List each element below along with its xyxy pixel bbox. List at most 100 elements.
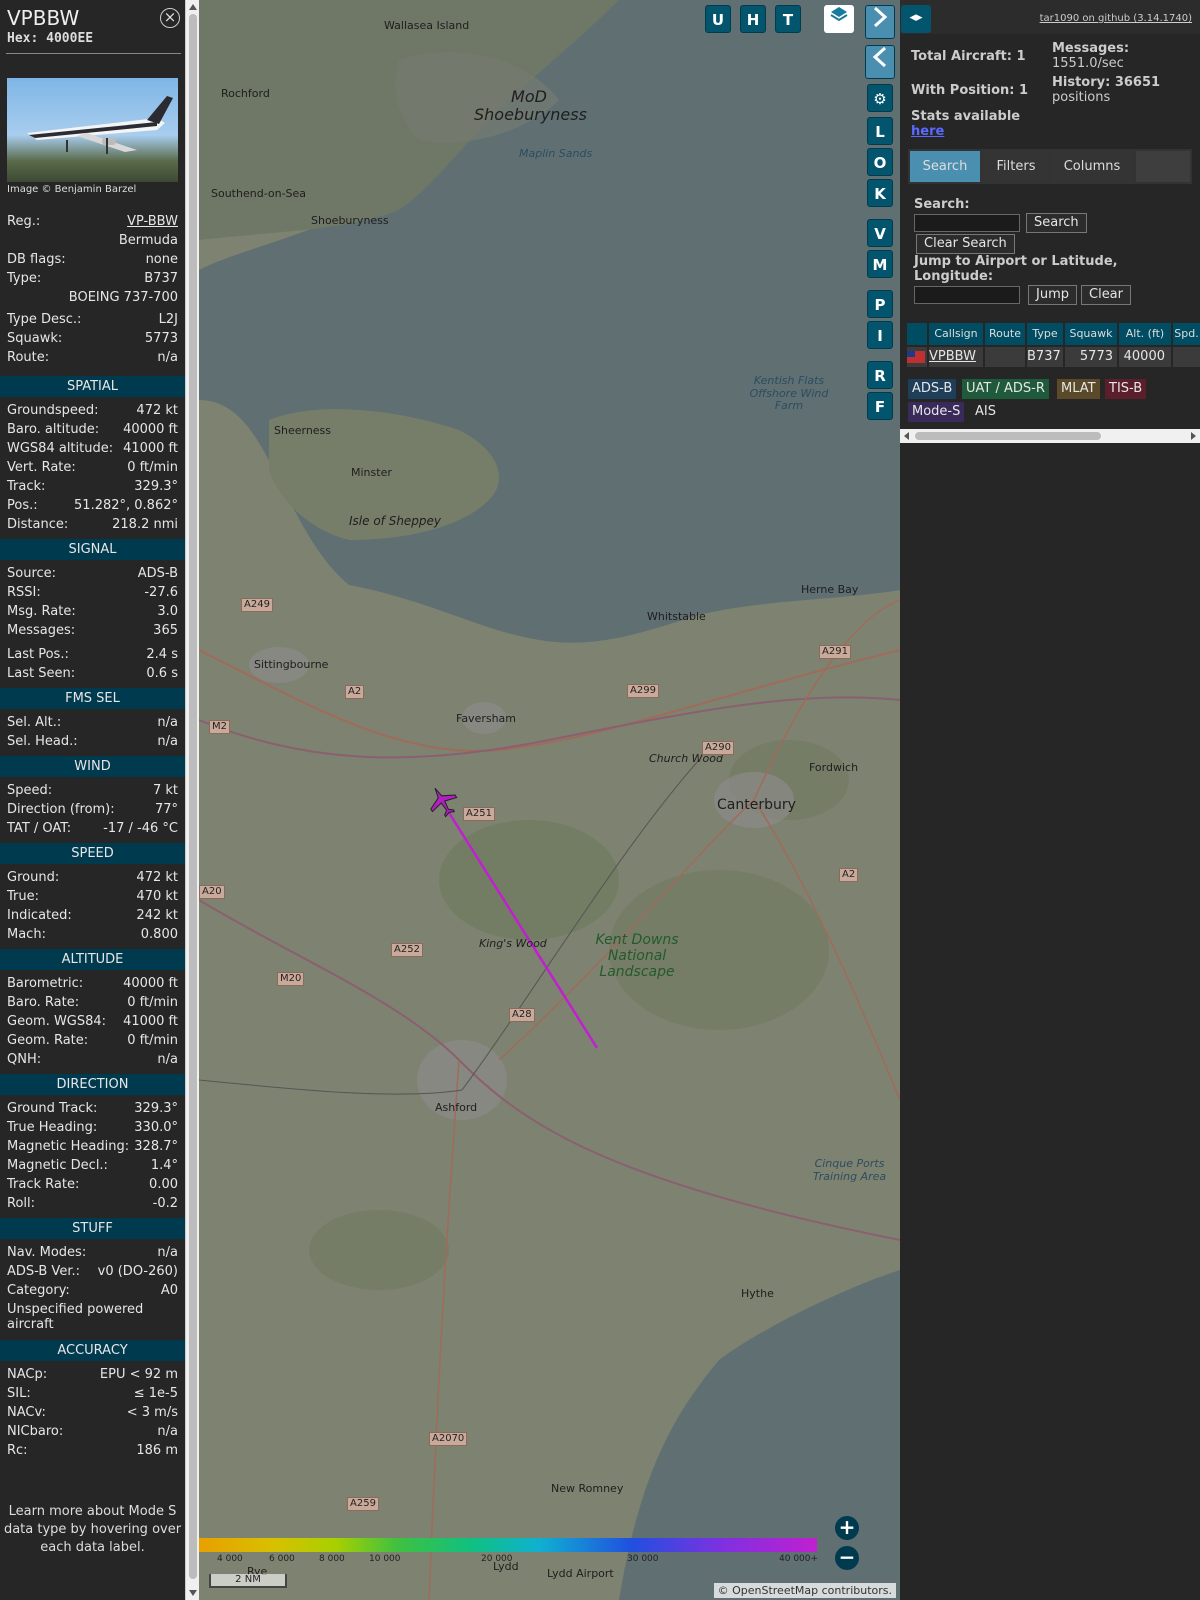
- info-value: 40000 ft: [123, 976, 178, 991]
- map-button-l[interactable]: L: [867, 117, 893, 145]
- info-value: B737: [144, 271, 178, 286]
- map-button-k[interactable]: K: [867, 179, 893, 207]
- info-row: Magnetic Heading: 328.7°: [7, 1139, 178, 1157]
- map-place-label: Lydd Airport: [547, 1567, 614, 1580]
- search-input[interactable]: [914, 214, 1020, 232]
- map-button-p[interactable]: P: [867, 290, 893, 318]
- table-row-speed[interactable]: [1173, 347, 1200, 367]
- badge-uat-adsr: UAT / ADS-R: [962, 379, 1049, 399]
- tab-empty: [1136, 151, 1190, 182]
- table-row-type[interactable]: B737: [1027, 347, 1063, 367]
- aircraft-info-sidebar: VPBBW Hex: 4000EE × Image © Benjamin Bar…: [0, 0, 185, 1600]
- tab-filters[interactable]: Filters: [984, 151, 1048, 182]
- table-header-type[interactable]: Type: [1027, 323, 1063, 345]
- stats-link[interactable]: here: [911, 124, 944, 139]
- map-button-t[interactable]: T: [775, 5, 801, 33]
- info-label: Geom. Rate:: [7, 1033, 89, 1048]
- expand-right-icon[interactable]: [865, 5, 895, 39]
- info-row: Indicated: 242 kt: [7, 908, 178, 926]
- table-header-route[interactable]: Route: [985, 323, 1025, 345]
- map-attribution[interactable]: © OpenStreetMap contributors.: [713, 1583, 896, 1598]
- with-position: With Position: 1: [911, 83, 1028, 98]
- table-horizontal-scrollbar[interactable]: [900, 429, 1200, 443]
- info-row: TAT / OAT: -17 / -46 °C: [7, 821, 178, 839]
- road-label: A291: [819, 645, 851, 659]
- table-row-route[interactable]: [985, 347, 1025, 367]
- info-label: NACp:: [7, 1367, 48, 1382]
- map-view[interactable]: Wallasea Island MoD Shoeburyness Rochford S…: [199, 0, 900, 1600]
- table-header-altitude[interactable]: Alt. (ft): [1119, 323, 1171, 345]
- jump-input[interactable]: [914, 286, 1020, 304]
- section-header-wind[interactable]: WIND: [0, 756, 185, 777]
- zoom-in-icon[interactable]: +: [835, 1516, 859, 1540]
- info-label: NACv:: [7, 1405, 46, 1420]
- section-header-accuracy[interactable]: ACCURACY: [0, 1340, 185, 1361]
- info-value: 1.4°: [150, 1158, 178, 1173]
- settings-gear-icon[interactable]: ⚙: [867, 84, 893, 112]
- clear-button[interactable]: Clear: [1081, 285, 1131, 305]
- info-row: Groundspeed: 472 kt: [7, 403, 178, 421]
- info-label: Category:: [7, 1283, 70, 1298]
- info-row: Squawk: 5773: [7, 331, 178, 349]
- badge-mode-s: Mode-S: [908, 402, 965, 422]
- table-row-callsign[interactable]: VPBBW: [929, 347, 983, 367]
- table-row-altitude[interactable]: 40000: [1119, 347, 1171, 367]
- stats-label: Stats available: [911, 109, 1021, 124]
- table-header-callsign[interactable]: Callsign: [929, 323, 983, 345]
- search-button[interactable]: Search: [1026, 213, 1087, 233]
- map-button-m[interactable]: M: [867, 250, 893, 278]
- section-header-direction[interactable]: DIRECTION: [0, 1074, 185, 1095]
- aircraft-photo[interactable]: [7, 78, 178, 182]
- map-button-r[interactable]: R: [867, 361, 893, 389]
- map-button-h[interactable]: H: [740, 5, 766, 33]
- map-button-i[interactable]: I: [867, 321, 893, 349]
- tab-columns[interactable]: Columns: [1052, 151, 1132, 182]
- info-label: WGS84 altitude:: [7, 441, 114, 456]
- section-header-altitude[interactable]: ALTITUDE: [0, 949, 185, 970]
- info-label: Speed:: [7, 783, 53, 798]
- zoom-out-icon[interactable]: −: [835, 1546, 859, 1570]
- toggle-panel-icon[interactable]: ◂▸: [901, 5, 931, 33]
- info-label: Type:: [7, 271, 42, 286]
- map-button-v[interactable]: V: [867, 219, 893, 247]
- info-value[interactable]: VP-BBW: [127, 214, 178, 229]
- info-value: 51.282°, 0.862°: [74, 498, 178, 513]
- info-value: 186 m: [136, 1443, 178, 1458]
- info-label: DB flags:: [7, 252, 66, 267]
- map-button-o[interactable]: O: [867, 148, 893, 176]
- info-value: n/a: [157, 1424, 178, 1439]
- layers-icon[interactable]: [824, 5, 854, 33]
- table-header-squawk[interactable]: Squawk: [1065, 323, 1117, 345]
- info-row: Type: B737: [7, 271, 178, 289]
- legend-tick-label: 30 000: [627, 1554, 659, 1564]
- section-header-stuff[interactable]: STUFF: [0, 1218, 185, 1239]
- tab-search[interactable]: Search: [910, 151, 980, 182]
- road-label: A28: [509, 1008, 535, 1022]
- table-row-squawk[interactable]: 5773: [1065, 347, 1117, 367]
- category-description: Unspecified powered aircraft: [7, 1302, 144, 1332]
- info-label: Indicated:: [7, 908, 72, 923]
- github-link[interactable]: tar1090 on github (3.14.1740): [1040, 13, 1192, 24]
- legend-tick-label: 40 000+: [779, 1554, 819, 1564]
- info-row: DB flags: none: [7, 252, 178, 270]
- section-header-speed[interactable]: SPEED: [0, 843, 185, 864]
- info-row: Sel. Alt.: n/a: [7, 715, 178, 733]
- table-header-speed[interactable]: Spd.: [1173, 323, 1200, 345]
- section-header-signal[interactable]: SIGNAL: [0, 539, 185, 560]
- info-label: Mach:: [7, 927, 46, 942]
- info-row: ADS-B Ver.: v0 (DO-260): [7, 1264, 178, 1282]
- info-row: SIL: ≤ 1e-5: [7, 1386, 178, 1404]
- jump-button[interactable]: Jump: [1028, 285, 1077, 305]
- collapse-left-icon[interactable]: [865, 45, 895, 79]
- section-header-spatial[interactable]: SPATIAL: [0, 376, 185, 397]
- sidebar-scrollbar[interactable]: [185, 0, 199, 1600]
- clear-search-button[interactable]: Clear Search: [916, 234, 1015, 254]
- close-icon[interactable]: ×: [160, 8, 180, 28]
- section-header-fms[interactable]: FMS SEL: [0, 688, 185, 709]
- map-button-u[interactable]: U: [705, 5, 731, 33]
- map-place-label: Herne Bay: [801, 583, 859, 596]
- road-label: A259: [347, 1497, 379, 1511]
- map-place-label: King's Wood: [479, 937, 547, 950]
- map-button-f[interactable]: F: [867, 392, 893, 420]
- info-label: Pos.:: [7, 498, 38, 513]
